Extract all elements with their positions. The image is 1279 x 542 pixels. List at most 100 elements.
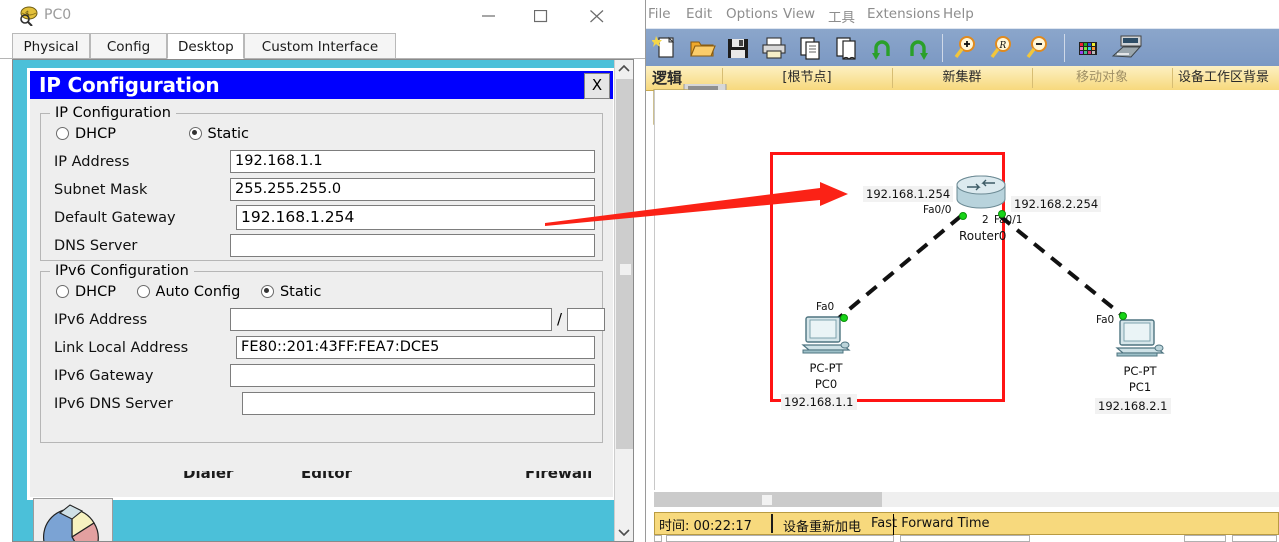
pc1-name-label: PC1 (1128, 380, 1152, 394)
fast-forward-time-label[interactable]: Fast Forward Time (871, 516, 989, 531)
save-icon[interactable] (724, 34, 752, 62)
menu-help[interactable]: Help (943, 6, 974, 22)
root-node-button[interactable]: [根节点] (722, 66, 892, 90)
print-icon[interactable] (760, 34, 788, 62)
set-background-button[interactable]: 设备工作区背景 (1172, 66, 1279, 90)
menu-options[interactable]: Options (726, 6, 778, 22)
pc1-ip-label: 192.168.2.1 (1095, 398, 1171, 414)
ipv4-dhcp-radio[interactable]: DHCP (56, 126, 142, 142)
status-box-1 (654, 535, 662, 542)
desktop-pane: IP Configuration X IP Configuration DHCP… (12, 59, 634, 542)
menu-tools[interactable]: 工具 (828, 6, 855, 26)
main-toolbar: R (646, 28, 1279, 67)
ipv4-static-radio[interactable]: Static (188, 126, 249, 142)
ipv6-prefix-input[interactable] (567, 308, 605, 331)
new-cluster-button[interactable]: 新集群 (892, 66, 1032, 90)
ipv6-gateway-input[interactable] (230, 364, 595, 387)
ip-configuration-title: IP Configuration (39, 73, 220, 97)
status-bar: 时间: 00:22:17 设备重新加电 Fast Forward Time (654, 512, 1279, 535)
pc0-ip-label: 192.168.1.1 (781, 394, 857, 410)
move-object-button[interactable]: 移动对象 (1032, 66, 1172, 90)
pc1-status-dot (1119, 312, 1127, 320)
ipv4-legend: IP Configuration (50, 105, 176, 121)
topology-links (832, 214, 1125, 324)
pc0-icon[interactable] (801, 315, 853, 363)
router-fa01-status-dot (998, 210, 1006, 218)
pc0-tabstrip: Physical Config Desktop Custom Interface (0, 32, 645, 59)
router-fa00-label: Fa0/0 (923, 204, 952, 216)
scroll-up-icon[interactable] (615, 60, 633, 78)
close-button[interactable] (574, 0, 620, 32)
pc0-port-label: Fa0 (816, 301, 835, 313)
router-fa00-status-dot (959, 212, 967, 220)
dns-server-label: DNS Server (54, 238, 138, 254)
canvas-hscroll-thumb[interactable] (654, 492, 882, 507)
ipv6-static-radio[interactable]: Static (260, 284, 321, 300)
ip-configuration-dialog: IP Configuration X IP Configuration DHCP… (27, 68, 616, 500)
palette-icon[interactable] (1074, 34, 1102, 62)
menu-edit[interactable]: Edit (686, 6, 712, 22)
dns-server-input[interactable] (230, 234, 595, 257)
desktop-app-labels: Dialer Editor Firewall (13, 471, 613, 501)
router-badge: 2 (982, 214, 989, 226)
pc1-port-label: Fa0 (1096, 314, 1115, 326)
logical-workspace-canvas[interactable]: Fa0/0 Fa0/1 2 Router0 192.168.1.254 192.… (654, 90, 1279, 490)
workspace-band: 逻辑 [根节点] 新集群 移动对象 设备工作区背景 (646, 66, 1279, 91)
svg-text:R: R (999, 41, 1007, 51)
ipv6-prefix-separator: / (557, 310, 563, 328)
pc0-window: $ PC0 Physical Config Desktop Custom Int… (0, 0, 646, 542)
pie-chart-report-icon[interactable] (33, 498, 113, 541)
redo-icon[interactable] (904, 34, 932, 62)
canvas-horizontal-scrollbar[interactable] (654, 492, 1279, 507)
tab-config[interactable]: Config (90, 33, 167, 59)
paste-icon[interactable] (832, 34, 860, 62)
pc0-type-label: PC-PT (809, 361, 843, 375)
pc0-status-dot (840, 314, 848, 322)
default-gateway-input[interactable]: 192.168.1.254 (236, 205, 595, 230)
menu-bar: File Edit Options View 工具 Extensions Hel… (646, 0, 1279, 28)
minimize-button[interactable] (466, 0, 512, 32)
ipv4-dhcp-label: DHCP (75, 126, 116, 142)
subnet-mask-input[interactable]: 255.255.255.0 (230, 178, 595, 201)
pc1-type-label: PC-PT (1123, 364, 1157, 378)
ipv6-autoconfig-radio[interactable]: Auto Config (136, 284, 241, 300)
new-file-icon[interactable] (651, 34, 680, 62)
scroll-down-icon[interactable] (615, 523, 633, 541)
status-box-5 (1232, 535, 1277, 542)
subnet-mask-label: Subnet Mask (54, 182, 148, 198)
status-box-3 (900, 535, 1030, 542)
scrollbar-thumb[interactable] (616, 79, 633, 449)
desktop-vertical-scrollbar[interactable] (614, 60, 633, 541)
tab-desktop[interactable]: Desktop (167, 33, 244, 59)
ip-address-label: IP Address (54, 154, 130, 170)
ipv6-address-input[interactable] (230, 308, 552, 331)
link-local-address-input[interactable]: FE80::201:43FF:FEA7:DCE5 (236, 336, 595, 359)
ipv4-mode-radios: DHCP Static (56, 126, 249, 142)
screen-root: $ PC0 Physical Config Desktop Custom Int… (0, 0, 1279, 542)
status-extra-boxes (654, 535, 1279, 542)
menu-view[interactable]: View (783, 6, 815, 22)
ipv6-autoconfig-label: Auto Config (155, 284, 241, 300)
maximize-button[interactable] (518, 0, 564, 32)
menu-extensions[interactable]: Extensions (867, 6, 940, 22)
menu-file[interactable]: File (648, 6, 671, 22)
zoom-in-icon[interactable] (952, 34, 980, 62)
status-box-4 (1184, 535, 1226, 542)
ip-configuration-close-button[interactable]: X (584, 73, 610, 99)
copy-icon[interactable] (796, 34, 824, 62)
dialer-label[interactable]: Dialer (183, 471, 233, 482)
editor-label[interactable]: Editor (301, 471, 352, 482)
custom-device-icon[interactable] (1110, 34, 1144, 62)
zoom-out-icon[interactable] (1024, 34, 1052, 62)
ipv6-dns-server-input[interactable] (242, 392, 595, 415)
pc1-icon[interactable] (1115, 318, 1167, 366)
ip-address-input[interactable]: 192.168.1.1 (230, 150, 595, 173)
zoom-reset-icon[interactable]: R (988, 34, 1016, 62)
ipv6-dhcp-radio[interactable]: DHCP (56, 284, 116, 300)
tab-custom-interface[interactable]: Custom Interface (244, 33, 396, 59)
open-folder-icon[interactable] (688, 34, 716, 62)
firewall-label[interactable]: Firewall (525, 471, 592, 482)
status-message-cn[interactable]: 设备重新加电 (783, 516, 861, 535)
undo-icon[interactable] (868, 34, 896, 62)
tab-physical[interactable]: Physical (12, 33, 90, 59)
